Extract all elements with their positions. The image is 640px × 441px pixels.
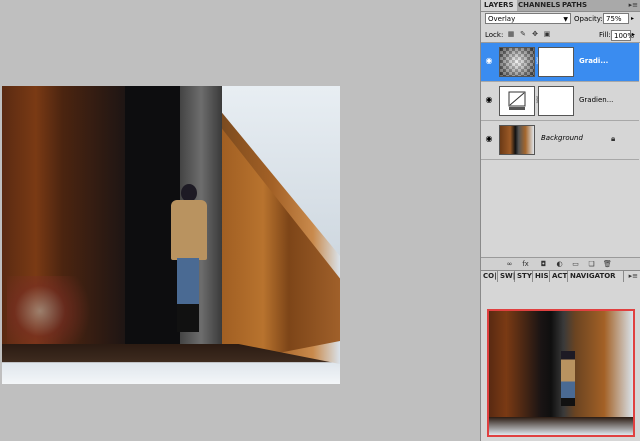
fill-value: 100% — [614, 32, 635, 40]
lock-position-icon[interactable]: ✥ — [531, 30, 539, 38]
adjustment-layer-thumbnail — [499, 86, 535, 116]
navigator-panel: CO| SW| STY HIS ACT NAVIGATOR ▸≡ — [480, 270, 640, 441]
opacity-value: 75% — [606, 15, 622, 23]
tab-styles[interactable]: STY — [515, 271, 533, 282]
tab-navigator[interactable]: NAVIGATOR — [568, 271, 624, 282]
tab-color[interactable]: CO| — [481, 271, 498, 282]
add-mask-icon[interactable]: ◘ — [539, 260, 548, 268]
blend-opacity-row: Overlay ▼ Opacity: 75% ▸ — [481, 11, 640, 28]
lock-image-icon[interactable]: ✎ — [519, 30, 527, 38]
gradient-map-icon — [508, 91, 526, 110]
fill-label: Fill: — [599, 31, 611, 39]
layers-bottom-toolbar: ∞ fx ◘ ◐ ▭ ❏ 🗑︎ — [481, 257, 640, 270]
navigator-snow — [489, 417, 633, 435]
eye-icon[interactable]: ◉ — [484, 134, 494, 144]
tab-paths[interactable]: PATHS — [559, 0, 590, 11]
new-group-icon[interactable]: ▭ — [571, 260, 580, 268]
delete-layer-icon[interactable]: 🗑︎ — [603, 260, 612, 268]
tab-actions[interactable]: ACT — [550, 271, 568, 282]
opacity-field[interactable]: 75% — [603, 13, 629, 24]
tab-layers[interactable]: LAYERS — [481, 0, 517, 11]
opacity-label: Opacity: — [574, 15, 603, 23]
layer-row-background[interactable]: ◉ Background 🔒︎ — [481, 121, 639, 160]
lock-label: Lock: — [485, 31, 504, 39]
person-legs — [177, 258, 199, 308]
image-graffiti — [7, 276, 117, 346]
lock-icon: 🔒︎ — [611, 134, 616, 143]
person-boots — [177, 304, 199, 332]
navigator-person — [561, 351, 575, 406]
layer-name: Gradi... — [579, 57, 609, 65]
blend-mode-value: Overlay — [488, 15, 516, 23]
layer-mask-thumbnail[interactable] — [538, 47, 574, 77]
opacity-slider-arrow-icon[interactable]: ▸ — [631, 12, 634, 25]
document-image[interactable] — [2, 86, 340, 384]
document-canvas-area[interactable] — [0, 0, 480, 440]
layer-mask-thumbnail[interactable] — [538, 86, 574, 116]
lock-all-icon[interactable]: ▣ — [543, 30, 551, 38]
lock-fill-row: Lock: ▦ ✎ ✥ ▣ Fill: 100% ▸ — [481, 28, 640, 43]
person-coat — [171, 200, 207, 260]
new-layer-icon[interactable]: ❏ — [587, 260, 596, 268]
panel-menu-icon[interactable]: ▸≡ — [629, 1, 638, 9]
tab-swatches[interactable]: SW| — [498, 271, 515, 282]
panel-menu-icon[interactable]: ▸≡ — [629, 272, 638, 280]
link-layers-icon[interactable]: ∞ — [505, 260, 514, 268]
layers-panel: LAYERS CHANNELS PATHS ▸≡ Overlay ▼ Opaci… — [480, 0, 640, 270]
adjustment-layer-icon[interactable]: ◐ — [555, 260, 564, 268]
tab-channels[interactable]: CHANNELS — [515, 0, 563, 11]
image-person — [167, 184, 212, 334]
background-thumbnail — [499, 125, 535, 155]
layer-row-gradient-2[interactable]: ◉ ⛓ Gradien... — [481, 82, 639, 121]
layer-name: Gradien... — [579, 96, 614, 104]
navigator-thumbnail[interactable] — [487, 309, 635, 437]
blend-mode-select[interactable]: Overlay ▼ — [485, 13, 571, 24]
chevron-down-icon: ▼ — [563, 16, 568, 23]
layer-style-icon[interactable]: fx — [521, 260, 530, 268]
fill-field[interactable]: 100% — [611, 30, 635, 41]
lock-transparent-icon[interactable]: ▦ — [507, 30, 515, 38]
tab-history[interactable]: HIS — [533, 271, 550, 282]
layer-row-gradient-1[interactable]: ◉ ⛓ Gradi... — [481, 43, 639, 82]
fill-slider-arrow-icon[interactable]: ▸ — [632, 28, 635, 41]
layer-name: Background — [541, 134, 583, 142]
eye-icon[interactable]: ◉ — [484, 56, 494, 66]
layer-thumbnail — [499, 47, 535, 77]
eye-icon[interactable]: ◉ — [484, 95, 494, 105]
